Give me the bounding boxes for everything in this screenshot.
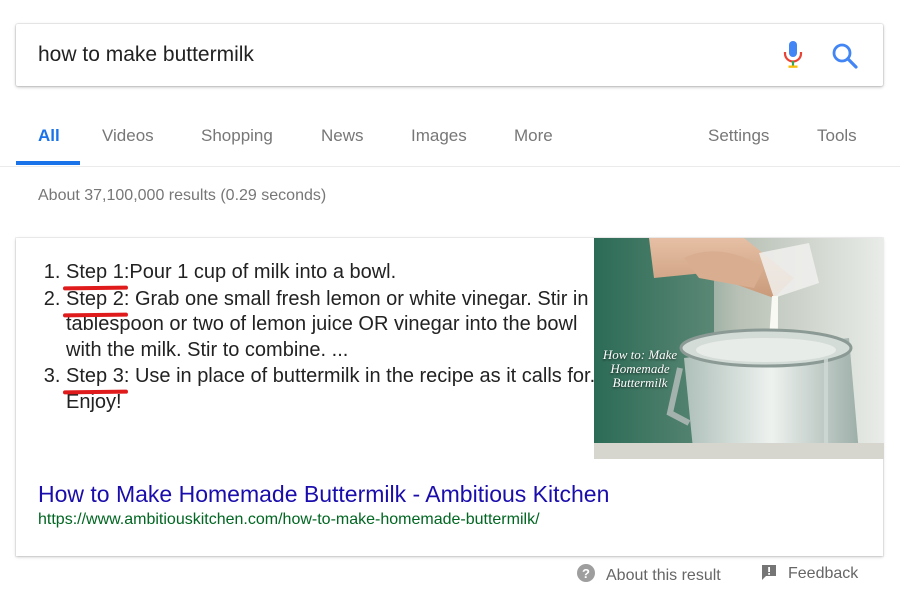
tab-settings[interactable]: Settings: [708, 126, 769, 146]
tab-more[interactable]: More: [514, 126, 553, 146]
tab-videos[interactable]: Videos: [102, 126, 154, 146]
result-url: https://www.ambitiouskitchen.com/how-to-…: [38, 511, 540, 528]
snippet-thumbnail[interactable]: How to: Make Homemade Buttermilk: [594, 238, 884, 459]
step-label: Step 3: [62, 365, 128, 395]
active-tab-indicator: [16, 161, 80, 165]
step-label: Step 1: [62, 261, 128, 291]
steps-list: Step 1:Pour 1 cup of milk into a bowl. S…: [28, 260, 611, 416]
step-text: :Pour 1 cup of milk into a bowl.: [123, 261, 397, 283]
tab-images[interactable]: Images: [411, 126, 467, 146]
feedback-flag-icon: [762, 565, 776, 580]
search-tabs: All Videos Shopping News Images More Set…: [0, 100, 900, 167]
microphone-icon[interactable]: [778, 38, 808, 72]
step-item: Step 1:Pour 1 cup of milk into a bowl.: [62, 260, 611, 291]
search-icon[interactable]: [830, 41, 860, 71]
feedback-label: Feedback: [788, 565, 859, 582]
result-title-link[interactable]: How to Make Homemade Buttermilk - Ambiti…: [38, 481, 609, 508]
tab-all[interactable]: All: [38, 126, 60, 146]
tab-tools[interactable]: Tools: [817, 126, 857, 146]
help-circle-icon: ?: [577, 564, 595, 582]
tab-shopping[interactable]: Shopping: [201, 126, 273, 146]
feedback-link[interactable]: Feedback: [760, 563, 858, 583]
underline-annotation: [62, 389, 128, 395]
step-label: Step 2: [62, 288, 128, 317]
step-item: Step 3: Use in place of buttermilk in th…: [62, 364, 611, 415]
about-label: About this result: [606, 567, 721, 584]
result-stats: About 37,100,000 results (0.29 seconds): [38, 187, 327, 204]
featured-snippet: Step 1:Pour 1 cup of milk into a bowl. S…: [16, 238, 884, 556]
step-item: Step 2: Grab one small fresh lemon or wh…: [62, 287, 611, 364]
underline-annotation: [62, 312, 128, 317]
step-text: : Grab one small fresh lemon or white vi…: [66, 287, 606, 361]
tab-news[interactable]: News: [321, 126, 364, 146]
about-this-result-link[interactable]: ? About this result: [576, 563, 721, 585]
search-input[interactable]: [38, 40, 738, 70]
thumbnail-caption: How to: Make Homemade Buttermilk: [602, 347, 678, 390]
step-text: : Use in place of buttermilk in the reci…: [66, 365, 596, 413]
svg-text:?: ?: [582, 566, 590, 581]
search-box[interactable]: [16, 24, 883, 86]
